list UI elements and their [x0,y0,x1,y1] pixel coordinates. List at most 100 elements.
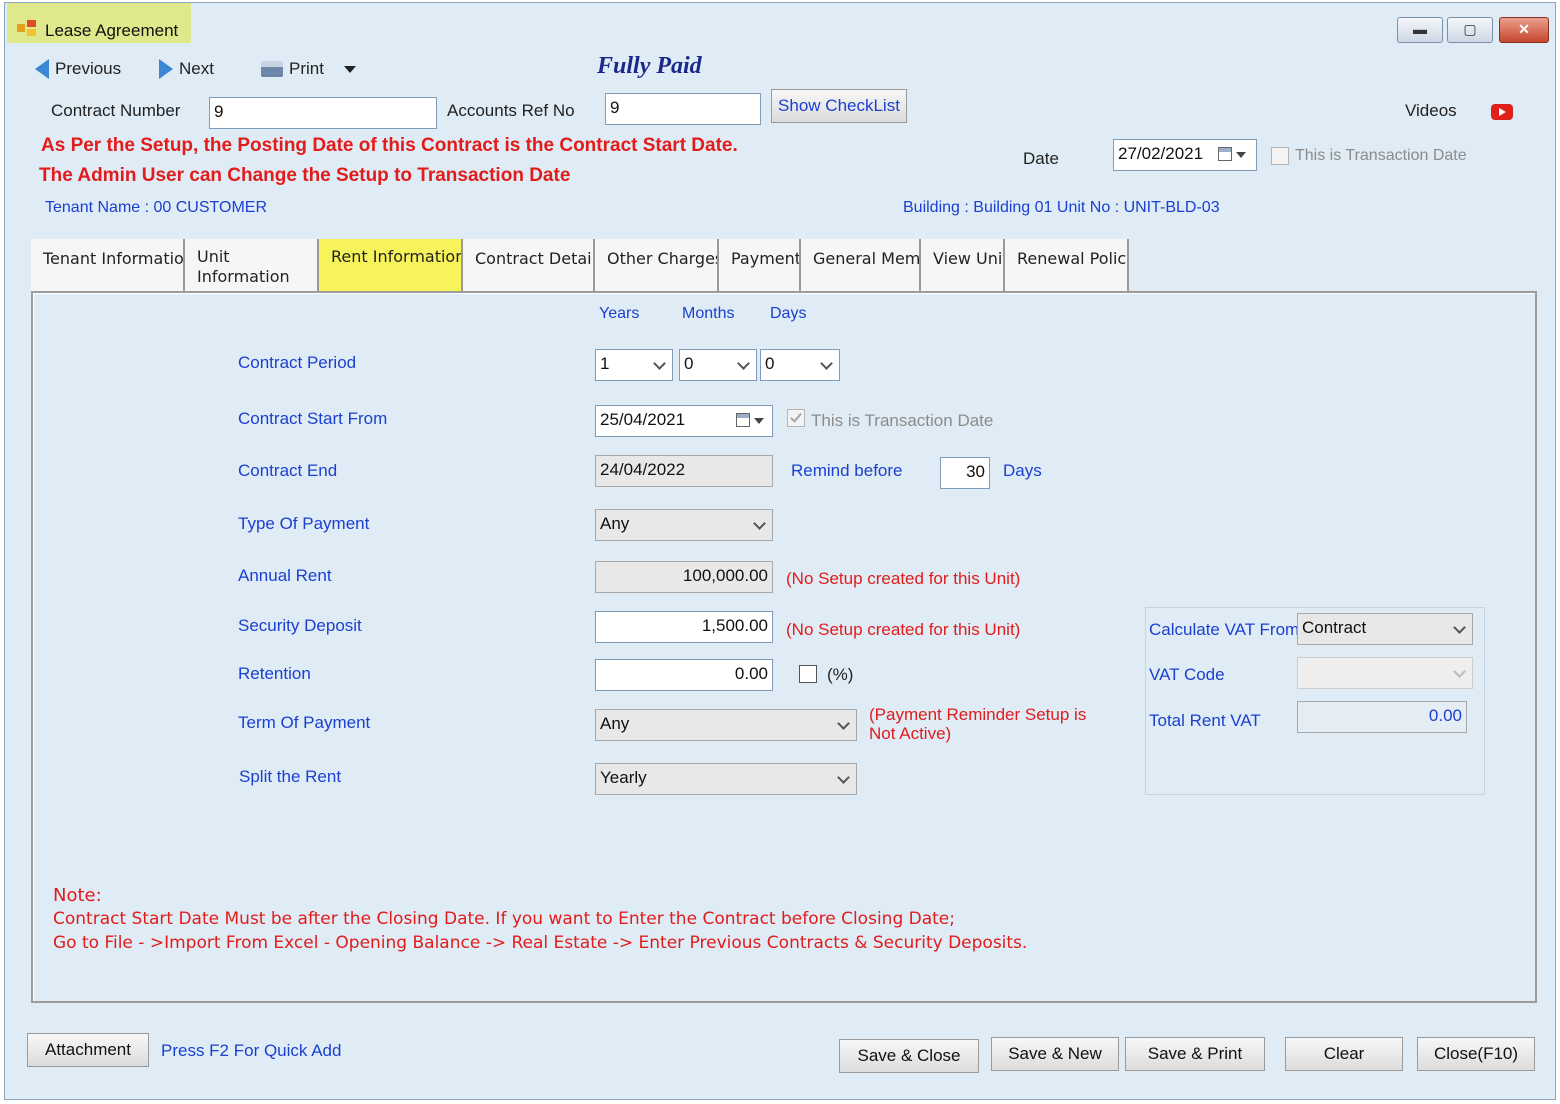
chevron-down-icon [837,771,850,784]
period-days-select[interactable]: 0 [760,349,840,381]
tab-renewal-policy[interactable]: Renewal Policy [1005,239,1129,291]
contract-end-label: Contract End [238,461,338,480]
previous-button[interactable]: Previous [35,59,121,79]
maximize-icon: ▢ [1463,21,1477,37]
close-icon: ✕ [1518,21,1530,37]
period-days-value: 0 [765,354,775,373]
save-close-button[interactable]: Save & Close [839,1039,979,1073]
tab-other-charges[interactable]: Other Charges [595,239,719,291]
arrow-left-icon [35,59,49,79]
chevron-down-icon [837,717,850,730]
vat-code-select[interactable] [1297,657,1473,689]
tenant-name: Tenant Name : 00 CUSTOMER [45,199,268,216]
date-value: 27/02/2021 [1118,144,1204,163]
months-column-label: Months [682,305,735,322]
period-years-select[interactable]: 1 [595,349,673,381]
contract-start-value: 25/04/2021 [600,410,686,429]
note-line1: Contract Start Date Must be after the Cl… [53,909,955,929]
annual-rent-label: Annual Rent [238,566,332,585]
tab-unit-information[interactable]: Unit Information [185,239,319,291]
security-deposit-field[interactable]: 1,500.00 [595,611,773,643]
next-label: Next [179,59,214,78]
chevron-down-icon[interactable] [343,65,356,73]
chevron-down-icon [753,517,766,530]
save-print-button[interactable]: Save & Print [1125,1037,1265,1071]
date-label: Date [1023,149,1059,168]
fully-paid-status: Fully Paid [597,53,702,79]
title-bar: Lease Agreement ▬ ▢ ✕ [5,3,1555,45]
print-button[interactable]: Print [261,59,356,79]
security-no-setup-note: (No Setup created for this Unit) [786,620,1021,639]
remind-days-unit: Days [1003,461,1042,480]
term-of-payment-value: Any [600,714,630,733]
contract-start-date-field[interactable]: 25/04/2021 [595,405,773,437]
period-months-value: 0 [684,354,694,373]
start-transaction-date-label: This is Transaction Date [811,411,994,430]
youtube-icon[interactable] [1491,104,1513,120]
chevron-down-icon[interactable] [754,418,764,424]
retention-field[interactable]: 0.00 [595,659,773,691]
type-of-payment-label: Type Of Payment [238,514,370,533]
clear-button[interactable]: Clear [1285,1037,1403,1071]
contract-end-field: 24/04/2022 [595,455,773,487]
tab-payment[interactable]: Payment [719,239,801,291]
arrow-right-icon [159,59,173,79]
note-line2: Go to File - >Import From Excel - Openin… [53,933,1028,953]
save-new-button[interactable]: Save & New [991,1037,1119,1071]
chevron-down-icon[interactable] [1236,152,1246,158]
tab-rent-information[interactable]: Rent Information [319,239,463,291]
tab-general-memo[interactable]: General Memo [801,239,921,291]
chevron-down-icon [1453,621,1466,634]
contract-number-field[interactable]: 9 [209,97,437,129]
contract-start-label: Contract Start From [238,409,388,428]
retention-percent-label: (%) [827,665,854,684]
tab-tenant-information[interactable]: Tenant Information [31,239,185,291]
print-label: Print [289,59,324,78]
split-rent-select[interactable]: Yearly [595,763,857,795]
check-icon [790,410,802,423]
building-unit-info: Building : Building 01 Unit No : UNIT-BL… [903,199,1220,216]
total-rent-vat-label: Total Rent VAT [1149,711,1261,730]
split-rent-label: Split the Rent [239,767,342,786]
annual-rent-field: 100,000.00 [595,561,773,593]
chevron-down-icon [653,357,666,370]
retention-percent-checkbox[interactable] [799,665,817,683]
date-field[interactable]: 27/02/2021 [1113,139,1257,171]
retention-label: Retention [238,664,311,683]
app-icon [17,20,36,36]
term-of-payment-label: Term Of Payment [238,713,371,732]
calculate-vat-select[interactable]: Contract [1297,613,1473,645]
maximize-button[interactable]: ▢ [1447,17,1493,43]
lease-agreement-window: Lease Agreement ▬ ▢ ✕ Previous Next Prin… [4,2,1556,1100]
calculate-vat-value: Contract [1302,618,1367,637]
total-rent-vat-field: 0.00 [1297,701,1467,733]
years-column-label: Years [599,305,640,322]
calculate-vat-label: Calculate VAT From [1149,620,1300,639]
remind-days-field[interactable]: 30 [940,457,990,489]
close-f10-button[interactable]: Close(F10) [1417,1037,1535,1071]
next-button[interactable]: Next [159,59,214,79]
tab-contract-details[interactable]: Contract Details [463,239,595,291]
type-of-payment-value: Any [600,514,630,533]
type-of-payment-select[interactable]: Any [595,509,773,541]
calendar-icon[interactable] [736,413,750,427]
previous-label: Previous [55,59,122,78]
tab-unit-information-label: Unit Information [197,247,290,286]
period-months-select[interactable]: 0 [679,349,757,381]
start-transaction-date-checkbox[interactable] [787,409,805,427]
security-deposit-label: Security Deposit [238,616,362,635]
calendar-icon[interactable] [1218,147,1232,161]
header-transaction-date-checkbox[interactable] [1271,147,1289,165]
term-of-payment-select[interactable]: Any [595,709,857,741]
chevron-down-icon [1453,665,1466,678]
note-title: Note: [53,885,102,906]
close-window-button[interactable]: ✕ [1499,17,1549,43]
attachment-button[interactable]: Attachment [27,1033,149,1067]
contract-period-label: Contract Period [238,353,357,372]
tab-view-unit[interactable]: View Unit [921,239,1005,291]
accounts-ref-field[interactable]: 9 [605,93,761,125]
setup-warning-line1: As Per the Setup, the Posting Date of th… [41,135,738,156]
minimize-button[interactable]: ▬ [1397,17,1443,43]
window-title: Lease Agreement [45,21,179,40]
show-checklist-button[interactable]: Show CheckList [771,89,907,123]
